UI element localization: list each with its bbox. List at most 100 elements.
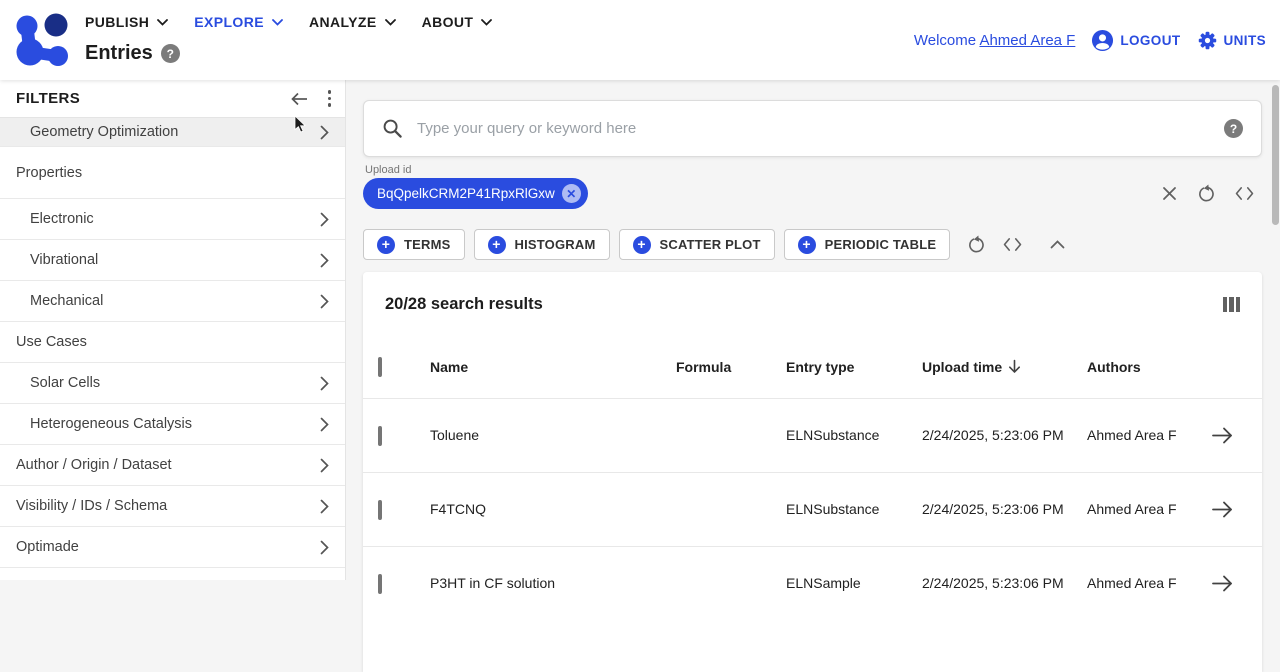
code-button[interactable]	[1235, 186, 1254, 201]
close-icon	[1162, 186, 1177, 201]
sidebar-filter-item[interactable]: Visibility / IDs / Schema	[0, 486, 345, 527]
widget-button-row: + TERMS + HISTOGRAM + SCATTER PLOT + PER…	[363, 229, 1262, 260]
search-help-icon[interactable]: ?	[1224, 119, 1243, 138]
column-header-name[interactable]: Name	[415, 357, 661, 377]
chevron-right-icon	[320, 499, 329, 514]
open-entry-button[interactable]	[1211, 501, 1234, 518]
search-icon	[382, 118, 403, 139]
plus-icon: +	[377, 236, 395, 254]
sidebar-filter-item[interactable]: Use Cases	[0, 322, 345, 363]
sidebar-filter-item[interactable]: Properties	[0, 147, 345, 199]
column-header-entry-type[interactable]: Entry type	[771, 357, 907, 377]
add-widget-button[interactable]: + TERMS	[363, 229, 465, 260]
add-widget-button[interactable]: + HISTOGRAM	[474, 229, 610, 260]
filter-chip-label: Upload id	[365, 164, 411, 176]
refresh-button[interactable]	[967, 235, 985, 254]
chevron-right-icon	[320, 253, 329, 268]
units-button[interactable]: UNITS	[1197, 30, 1267, 51]
open-entry-button[interactable]	[1211, 575, 1234, 592]
sidebar-filter-item[interactable]: Solar Cells	[0, 363, 345, 404]
sidebar-filter-item[interactable]: Optimade	[0, 527, 345, 568]
vertical-scrollbar[interactable]	[1272, 85, 1279, 225]
sort-desc-icon	[1008, 359, 1021, 374]
sidebar-filter-item[interactable]: Mechanical	[0, 281, 345, 322]
main-content: ? Upload id BqQpelkCRM2P41RpxRlGxw ✕	[363, 80, 1262, 580]
chevron-down-icon	[385, 19, 396, 26]
refresh-icon	[967, 235, 985, 254]
sidebar-filter-item[interactable]: Electronic	[0, 199, 345, 240]
open-entry-button[interactable]	[1211, 427, 1234, 444]
cell-upload-time: 2/24/2025, 5:23:06 PM	[907, 499, 1072, 519]
nav-menu-item[interactable]: ABOUT	[422, 14, 493, 30]
page-help-icon[interactable]: ?	[161, 44, 180, 63]
row-checkbox[interactable]	[378, 574, 382, 594]
cell-authors: Ahmed Area F	[1072, 499, 1182, 519]
table-row[interactable]: Toluene ELNSubstance 2/24/2025, 5:23:06 …	[363, 398, 1262, 472]
select-all-checkbox[interactable]	[378, 357, 382, 377]
cell-entry-type: ELNSubstance	[771, 425, 907, 445]
filters-title: FILTERS	[16, 90, 290, 107]
code-icon	[1003, 237, 1022, 252]
cell-entry-type: ELNSubstance	[771, 499, 907, 519]
upload-id-chip[interactable]: BqQpelkCRM2P41RpxRlGxw ✕	[363, 178, 588, 209]
plus-icon: +	[798, 236, 816, 254]
add-widget-button[interactable]: + SCATTER PLOT	[619, 229, 775, 260]
nav-menu-item[interactable]: EXPLORE	[194, 14, 283, 30]
nomad-logo[interactable]	[12, 10, 70, 68]
row-checkbox[interactable]	[378, 500, 382, 520]
plus-icon: +	[488, 236, 506, 254]
column-header-formula[interactable]: Formula	[661, 357, 771, 377]
search-bar: ?	[363, 100, 1262, 157]
code-icon	[1235, 186, 1254, 201]
chevron-down-icon	[272, 19, 283, 26]
refresh-icon	[1197, 184, 1215, 203]
search-results-card: 20/28 search results Name Formula Entry …	[363, 272, 1262, 672]
cell-entry-type: ELNSample	[771, 573, 907, 593]
page-title: Entries	[85, 42, 153, 65]
logout-button[interactable]: LOGOUT	[1091, 29, 1180, 52]
account-icon	[1091, 29, 1114, 52]
table-row[interactable]: P3HT in CF solution ELNSample 2/24/2025,…	[363, 546, 1262, 620]
chevron-down-icon	[481, 19, 492, 26]
chip-delete-icon[interactable]: ✕	[562, 184, 581, 203]
cell-name: P3HT in CF solution	[415, 573, 661, 593]
welcome-text: Welcome Ahmed Area F	[914, 32, 1075, 49]
user-name-link[interactable]: Ahmed Area F	[979, 32, 1075, 49]
arrow-right-icon	[1211, 575, 1234, 592]
sidebar-filter-item[interactable]: Heterogeneous Catalysis	[0, 404, 345, 445]
arrow-right-icon	[1211, 427, 1234, 444]
table-body: Toluene ELNSubstance 2/24/2025, 5:23:06 …	[363, 398, 1262, 620]
arrow-right-icon	[1211, 501, 1234, 518]
add-widget-button[interactable]: + PERIODIC TABLE	[784, 229, 951, 260]
columns-settings-icon[interactable]	[1223, 297, 1241, 312]
filters-menu-button[interactable]	[326, 88, 334, 109]
row-checkbox[interactable]	[378, 426, 382, 446]
collapse-up-button[interactable]	[1050, 240, 1065, 249]
chevron-right-icon	[320, 458, 329, 473]
cell-authors: Ahmed Area F	[1072, 573, 1182, 593]
plus-icon: +	[633, 236, 651, 254]
sidebar-filter-item[interactable]: Vibrational	[0, 240, 345, 281]
cell-upload-time: 2/24/2025, 5:23:06 PM	[907, 573, 1072, 593]
collapse-filters-button[interactable]	[290, 92, 308, 106]
sidebar-filter-item[interactable]: Geometry Optimization	[0, 118, 345, 147]
cell-name: F4TCNQ	[415, 499, 661, 519]
arrow-left-icon	[290, 92, 308, 106]
refresh-button[interactable]	[1197, 184, 1215, 203]
filters-list: Geometry Optimization Properties Electro…	[0, 118, 345, 568]
nav-menu-item[interactable]: PUBLISH	[85, 14, 168, 30]
clear-filters-button[interactable]	[1162, 186, 1177, 201]
column-header-authors[interactable]: Authors	[1072, 357, 1182, 377]
cell-authors: Ahmed Area F	[1072, 425, 1182, 445]
chevron-down-icon	[157, 19, 168, 26]
sidebar-filter-item[interactable]: Author / Origin / Dataset	[0, 445, 345, 486]
table-row[interactable]: F4TCNQ ELNSubstance 2/24/2025, 5:23:06 P…	[363, 472, 1262, 546]
filters-sidebar: FILTERS Geometry Optimization Properties	[0, 80, 346, 580]
chevron-right-icon	[320, 125, 329, 140]
search-input[interactable]	[417, 120, 1210, 137]
chevron-right-icon	[320, 294, 329, 309]
cell-upload-time: 2/24/2025, 5:23:06 PM	[907, 425, 1072, 445]
code-button[interactable]	[1003, 237, 1022, 252]
nav-menu-item[interactable]: ANALYZE	[309, 14, 396, 30]
column-header-upload-time[interactable]: Upload time	[907, 357, 1072, 377]
